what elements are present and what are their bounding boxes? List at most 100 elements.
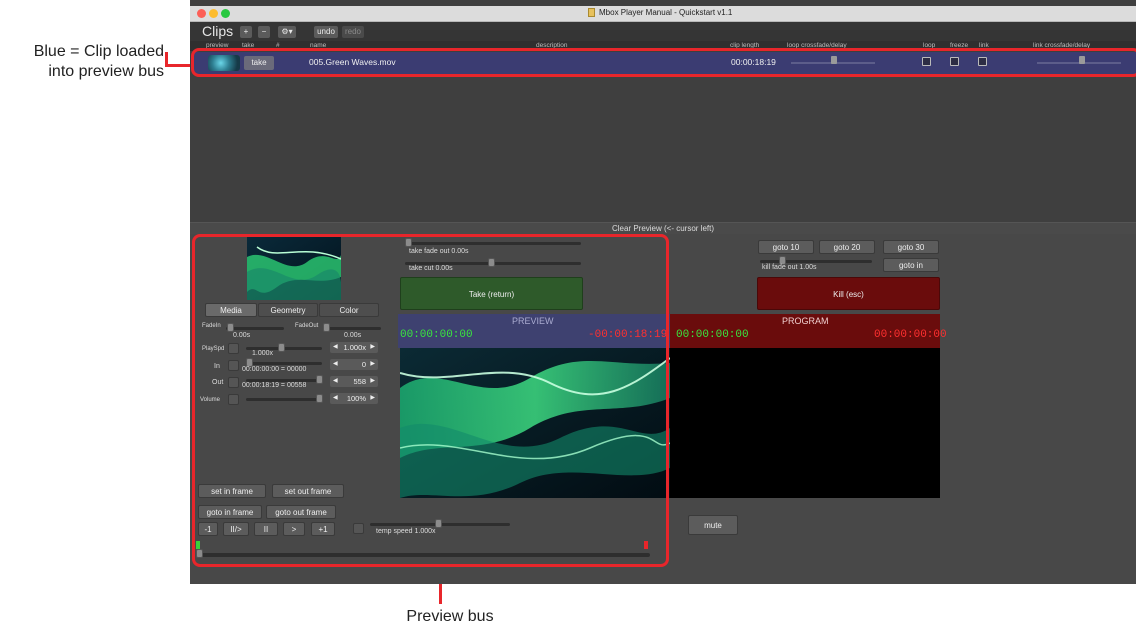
kill-button[interactable]: Kill (esc) xyxy=(757,277,940,310)
col-clip-length[interactable]: clip length xyxy=(730,42,759,49)
volume-stepper[interactable]: ◀ 100% ▶ xyxy=(330,393,378,404)
timeline-in-marker-icon[interactable] xyxy=(196,541,200,549)
volume-knob[interactable] xyxy=(316,394,323,403)
pause-button[interactable]: II xyxy=(254,522,278,536)
take-button[interactable]: Take (return) xyxy=(400,277,583,310)
program-tc-left: 00:00:00:00 xyxy=(676,329,749,341)
playspd-stepper[interactable]: ◀ 1.000x ▶ xyxy=(330,342,378,353)
settings-button[interactable]: ⚙▾ xyxy=(278,26,296,38)
fadeout-slider[interactable] xyxy=(323,327,381,330)
in-stepper[interactable]: ◀ 0 ▶ xyxy=(330,359,378,370)
mute-button[interactable]: mute xyxy=(688,515,738,535)
window-title: Mbox Player Manual - Quickstart v1.1 xyxy=(588,8,732,17)
col-description[interactable]: description xyxy=(536,42,567,49)
temp-speed-knob[interactable] xyxy=(435,519,442,528)
goto-out-frame-button[interactable]: goto out frame xyxy=(266,505,336,519)
play-button[interactable]: > xyxy=(283,522,305,536)
temp-speed-toggle[interactable] xyxy=(353,523,364,534)
volume-label: Volume xyxy=(200,397,221,403)
goto-in-frame-button[interactable]: goto in frame xyxy=(198,505,262,519)
play-pause-button[interactable]: II/> xyxy=(223,522,249,536)
playspd-knob[interactable] xyxy=(278,343,285,352)
add-clip-button[interactable]: + xyxy=(240,26,252,38)
volume-reset-button[interactable] xyxy=(228,394,239,405)
clip-preview-thumbnail[interactable] xyxy=(208,55,240,71)
fadein-value: 0.00s xyxy=(233,332,251,339)
fadein-knob[interactable] xyxy=(227,323,234,332)
col-loop-crossfade[interactable]: loop crossfade/delay xyxy=(787,42,847,49)
redo-button[interactable]: redo xyxy=(342,26,364,38)
playspd-label: PlaySpd xyxy=(202,346,225,352)
clips-toolbar: Clips + − ⚙▾ undo redo xyxy=(190,22,1136,41)
in-slider[interactable] xyxy=(246,362,322,365)
tab-geometry[interactable]: Geometry xyxy=(258,303,318,317)
out-stepper[interactable]: ◀ 558 ▶ xyxy=(330,376,378,387)
step-back-button[interactable]: -1 xyxy=(198,522,218,536)
playspd-value: 1.000x xyxy=(252,350,274,357)
col-loop[interactable]: loop xyxy=(923,42,935,49)
clip-take-button[interactable]: take xyxy=(244,56,274,70)
out-knob[interactable] xyxy=(316,375,323,384)
close-window-icon[interactable] xyxy=(197,9,206,18)
out-reset-button[interactable] xyxy=(228,377,239,388)
program-monitor xyxy=(670,348,940,498)
freeze-checkbox[interactable] xyxy=(950,57,959,66)
loop-checkbox[interactable] xyxy=(922,57,931,66)
increment-icon[interactable]: ▶ xyxy=(370,376,375,387)
decrement-icon[interactable]: ◀ xyxy=(333,359,338,370)
preview-timeline[interactable] xyxy=(198,553,650,557)
kill-fade-slider[interactable] xyxy=(760,260,872,263)
annotation-clip-connector-h xyxy=(165,64,191,67)
decrement-icon[interactable]: ◀ xyxy=(333,376,338,387)
wave-thumb-svg xyxy=(247,237,341,300)
in-label: In xyxy=(214,363,220,370)
playspd-reset-button[interactable] xyxy=(228,343,239,354)
take-fade-knob[interactable] xyxy=(405,238,412,247)
in-reset-button[interactable] xyxy=(228,360,239,371)
increment-icon[interactable]: ▶ xyxy=(370,393,375,404)
col-preview[interactable]: preview xyxy=(206,42,228,49)
goto-20-button[interactable]: goto 20 xyxy=(819,240,875,254)
fadeout-value: 0.00s xyxy=(344,332,362,339)
col-number[interactable]: # xyxy=(276,42,280,49)
col-freeze[interactable]: freeze xyxy=(950,42,968,49)
set-out-frame-button[interactable]: set out frame xyxy=(272,484,344,498)
volume-slider[interactable] xyxy=(246,398,322,401)
remove-clip-button[interactable]: − xyxy=(258,26,270,38)
title-bar[interactable]: Mbox Player Manual - Quickstart v1.1 xyxy=(190,6,1136,22)
col-name[interactable]: name xyxy=(310,42,326,49)
col-link-crossfade[interactable]: link crossfade/delay xyxy=(1033,42,1090,49)
clip-length: 00:00:18:19 xyxy=(731,57,776,67)
clip-row[interactable]: take 005.Green Waves.mov 00:00:18:19 xyxy=(194,52,1136,74)
take-fade-out-label: take fade out 0.00s xyxy=(409,248,469,255)
step-forward-button[interactable]: +1 xyxy=(311,522,335,536)
link-crossfade-knob[interactable] xyxy=(1079,56,1085,64)
tab-media[interactable]: Media xyxy=(205,303,257,317)
increment-icon[interactable]: ▶ xyxy=(370,342,375,353)
zoom-window-icon[interactable] xyxy=(221,9,230,18)
minimize-window-icon[interactable] xyxy=(209,9,218,18)
fadein-slider[interactable] xyxy=(226,327,284,330)
clear-preview-bar[interactable]: Clear Preview (<- cursor left) xyxy=(190,222,1136,234)
fadeout-knob[interactable] xyxy=(323,323,330,332)
timeline-out-marker-icon[interactable] xyxy=(644,541,648,549)
goto-in-button[interactable]: goto in xyxy=(883,258,939,272)
goto-30-button[interactable]: goto 30 xyxy=(883,240,939,254)
preview-tc-right: -00:00:18:19 xyxy=(588,329,668,341)
link-checkbox[interactable] xyxy=(978,57,987,66)
timeline-playhead[interactable] xyxy=(196,549,203,558)
bus-area: Media Geometry Color FadeIn 0.00s FadeOu… xyxy=(190,234,1136,584)
tab-color[interactable]: Color xyxy=(319,303,379,317)
increment-icon[interactable]: ▶ xyxy=(370,359,375,370)
col-take[interactable]: take xyxy=(242,42,254,49)
col-link[interactable]: link xyxy=(979,42,989,49)
preview-monitor-label: PREVIEW xyxy=(512,316,554,326)
take-cut-knob[interactable] xyxy=(488,258,495,267)
goto-10-button[interactable]: goto 10 xyxy=(758,240,814,254)
set-in-frame-button[interactable]: set in frame xyxy=(198,484,266,498)
loop-crossfade-knob[interactable] xyxy=(831,56,837,64)
undo-button[interactable]: undo xyxy=(314,26,338,38)
take-fade-slider[interactable] xyxy=(405,242,581,245)
decrement-icon[interactable]: ◀ xyxy=(333,393,338,404)
decrement-icon[interactable]: ◀ xyxy=(333,342,338,353)
